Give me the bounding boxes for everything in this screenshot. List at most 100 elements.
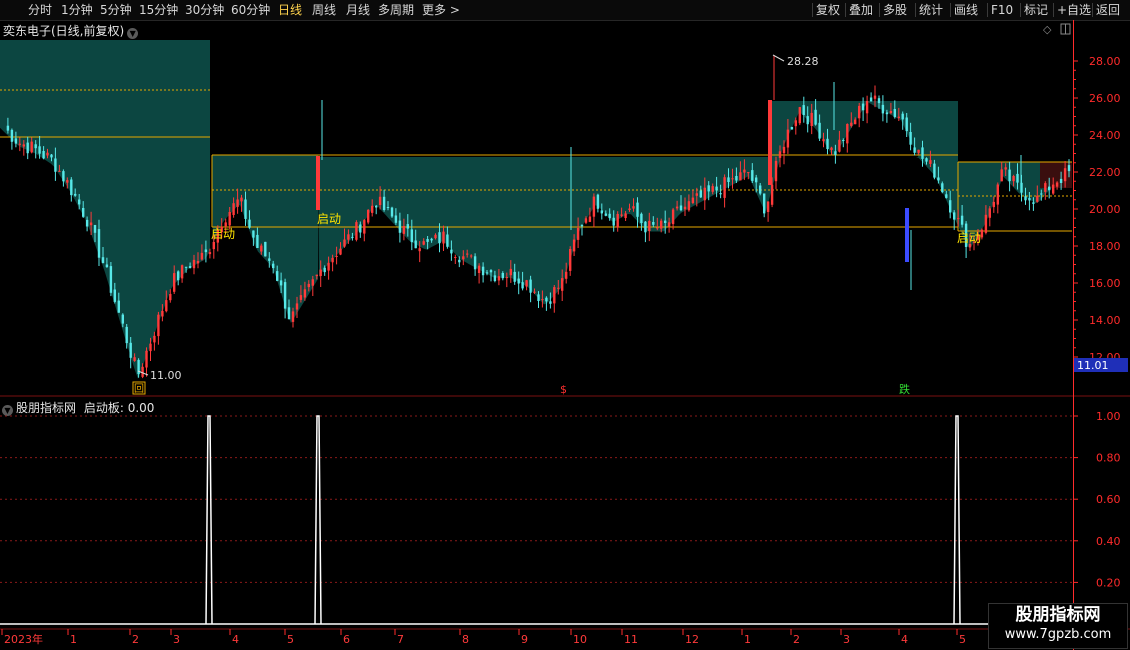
candle-body	[173, 273, 176, 292]
candle-body	[279, 280, 283, 286]
candle-body	[988, 208, 991, 218]
candle-body	[315, 274, 318, 277]
candle-body	[509, 268, 512, 276]
candle-body	[600, 210, 603, 214]
time-tick-label: 5	[959, 633, 966, 646]
price-tick-label: 14.00	[1089, 314, 1121, 327]
candle-body	[624, 213, 627, 218]
candle-body	[576, 228, 580, 240]
candle-body	[917, 149, 920, 153]
indicator-signals	[0, 415, 1073, 625]
time-tick-label: 2	[132, 633, 139, 646]
candle-body	[723, 177, 726, 198]
candle-body	[335, 256, 338, 257]
candle-body	[109, 266, 113, 293]
candle-body	[521, 282, 524, 289]
candle-body	[949, 200, 952, 213]
candle-body	[153, 335, 156, 343]
indicator-spike-0	[205, 415, 213, 625]
candle-body	[739, 172, 742, 181]
candle-body	[212, 242, 215, 250]
candle-body	[1012, 176, 1015, 182]
candle-body	[501, 273, 504, 279]
candle-body	[351, 236, 354, 238]
kline-chart[interactable]: 28.00 26.00 24.00 22.00 20.00 18.00 16.00 14.00…	[0, 0, 1130, 650]
candle-body	[117, 300, 120, 313]
price-axis: 28.00 26.00 24.00 22.00 20.00 18.00 16.00 14.00…	[1073, 55, 1128, 372]
candle-body	[375, 205, 378, 208]
candle-body	[549, 301, 552, 304]
indicator-tick-label: 0.80	[1096, 452, 1121, 465]
candle-body	[561, 278, 564, 291]
time-tick-label: 6	[343, 633, 350, 646]
candle-body	[707, 185, 710, 192]
signal-bar-0	[316, 156, 320, 210]
candle-body	[371, 205, 374, 213]
candle-body	[470, 255, 473, 257]
candle-body	[323, 267, 326, 273]
candle-body	[854, 119, 857, 125]
candle-body	[54, 158, 57, 172]
watermark: 股朋指标网 www.7gpzb.com	[988, 603, 1128, 649]
candle-body	[1059, 178, 1063, 183]
candle-body	[644, 221, 647, 233]
candle-body	[727, 177, 730, 182]
candle-body	[489, 270, 493, 273]
candle-body	[101, 257, 105, 264]
candle-body	[885, 112, 889, 115]
candle-body	[893, 109, 896, 118]
candle-body	[838, 139, 841, 152]
candle-body	[493, 275, 497, 281]
candle-body	[434, 234, 437, 239]
candle-body	[133, 357, 136, 361]
candle-body	[125, 326, 128, 344]
candle-body	[786, 129, 790, 148]
diamond-icon[interactable]: ◇	[1043, 23, 1052, 36]
candle-body	[1016, 173, 1019, 183]
price-zones	[0, 40, 1072, 379]
candle-body	[648, 220, 651, 231]
candle-body	[763, 193, 766, 214]
candle-body	[347, 234, 350, 240]
candle-body	[414, 240, 417, 249]
candle-body	[846, 124, 849, 144]
watermark-url: www.7gpzb.com	[1004, 627, 1112, 642]
candle-body	[430, 238, 433, 241]
candle-body	[287, 307, 291, 320]
time-tick-label: 8	[462, 633, 469, 646]
candle-body	[180, 265, 184, 279]
candle-body	[596, 194, 600, 209]
candle-body	[984, 214, 988, 233]
current-price-label: 11.01	[1077, 359, 1109, 372]
signal-label-2: 启动	[957, 231, 981, 245]
candle-body	[307, 283, 310, 288]
candle-body	[248, 219, 251, 228]
candle-body	[204, 249, 208, 253]
candle-body	[390, 207, 394, 217]
high-price-label: 28.28	[787, 55, 819, 68]
candle-body	[770, 184, 774, 205]
indicator-tick-label: 0.40	[1096, 535, 1121, 548]
candle-body	[937, 177, 940, 181]
candle-body	[442, 231, 445, 244]
candle-body	[458, 259, 461, 263]
candle-body	[386, 207, 390, 208]
candle-body	[196, 261, 200, 264]
candle-body	[731, 178, 734, 180]
candle-body	[806, 116, 809, 125]
candle-body	[628, 208, 631, 210]
candle-body	[264, 241, 267, 257]
time-tick-label: 4	[901, 633, 908, 646]
time-axis: 2023年 1 2 3 4 5 6 7 8 9 10 11 12 1 2 3 4 5	[1, 629, 966, 646]
candle-body	[252, 230, 255, 238]
candle-body	[38, 146, 41, 154]
candle-body	[6, 125, 10, 131]
candle-body	[933, 163, 936, 178]
price-tick-label: 18.00	[1089, 240, 1121, 253]
candle-body	[497, 276, 501, 281]
candle-body	[394, 215, 398, 223]
candle-body	[454, 257, 457, 258]
candle-body	[652, 222, 655, 225]
candle-body	[327, 262, 330, 271]
candle-body	[850, 122, 853, 126]
